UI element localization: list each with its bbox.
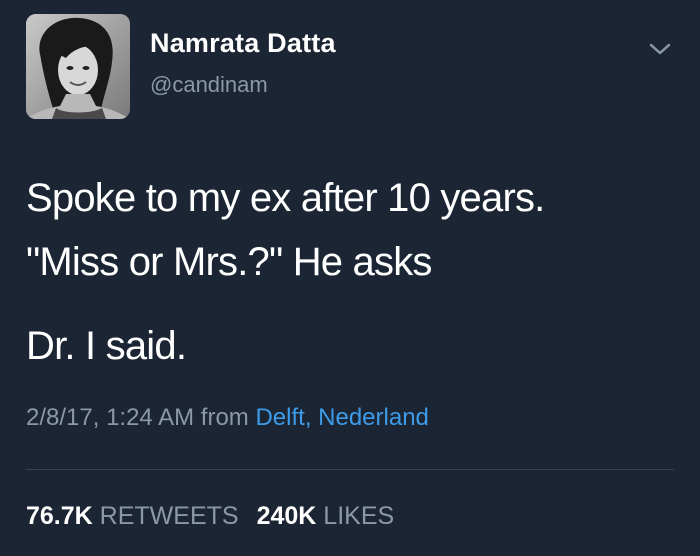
chevron-down-icon[interactable] <box>648 40 672 58</box>
tweet-text-line: "Miss or Mrs.?" He asks <box>26 240 432 284</box>
likes-count: 240K <box>256 502 317 530</box>
retweets-label: RETWEETS <box>99 502 239 530</box>
likes-label: LIKES <box>323 502 395 530</box>
user-handle[interactable]: @candinam <box>150 72 268 98</box>
tweet-stats: 76.7K RETWEETS 240K LIKES <box>26 502 394 531</box>
divider <box>26 469 674 470</box>
tweet-meta: 2/8/17, 1:24 AM from Delft, Nederland <box>26 404 429 432</box>
tweet-card: Namrata Datta @candinam Spoke to my ex a… <box>0 0 700 556</box>
profile-photo-icon <box>26 14 130 119</box>
tweet-text-line: Dr. I said. <box>26 324 187 368</box>
retweets-count: 76.7K <box>26 502 93 530</box>
location-link[interactable]: Delft, Nederland <box>255 404 428 431</box>
tweet-text-line: Spoke to my ex after 10 years. <box>26 176 545 220</box>
from-label: from <box>200 404 249 431</box>
avatar[interactable] <box>26 14 130 119</box>
display-name[interactable]: Namrata Datta <box>150 28 336 59</box>
likes-stat[interactable]: 240K LIKES <box>257 502 395 530</box>
retweets-stat[interactable]: 76.7K RETWEETS <box>26 502 239 530</box>
timestamp[interactable]: 2/8/17, 1:24 AM <box>26 404 194 431</box>
